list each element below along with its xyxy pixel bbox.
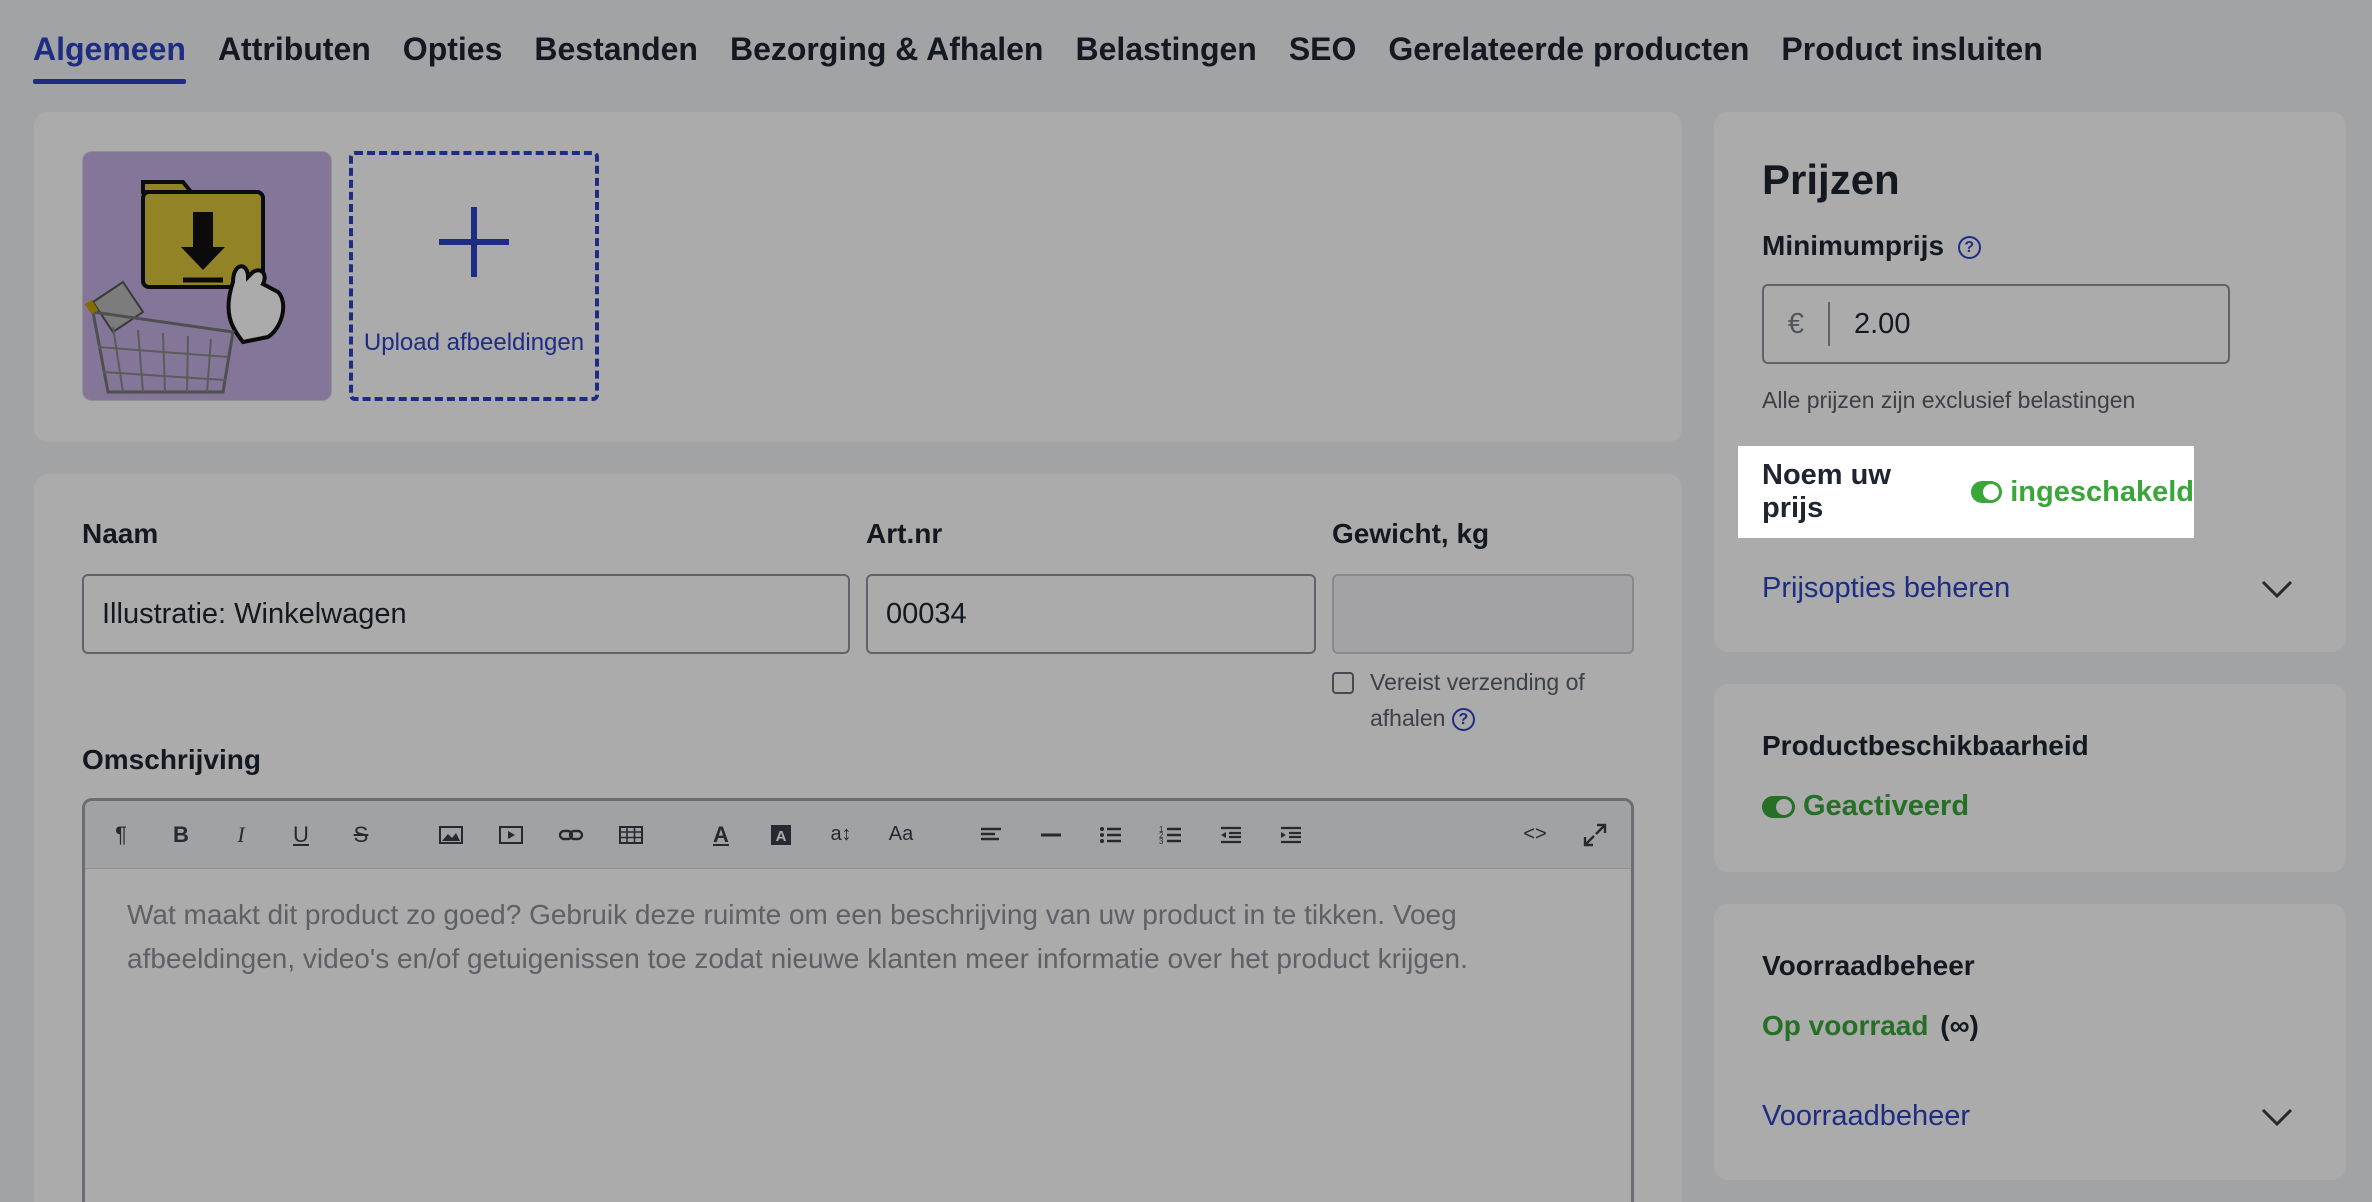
italic-icon[interactable]: I [217,811,265,859]
availability-card: Productbeschikbaarheid Geactiveerd [1714,684,2346,872]
help-icon[interactable]: ? [1957,236,1981,260]
inventory-status-text: Op voorraad [1762,1010,1929,1041]
shipping-required-label-line2: afhalen [1370,705,1446,731]
code-view-icon[interactable]: <> [1511,811,1559,859]
pricing-title: Prijzen [1762,156,1900,203]
sku-label: Art.nr [866,518,943,549]
name-your-price-label: Noem uw prijs [1762,459,1891,524]
tab-related-products[interactable]: Gerelateerde producten [1388,0,1749,84]
insert-video-icon[interactable] [487,811,535,859]
tab-attributes[interactable]: Attributen [218,0,371,84]
min-price-label: Minimumprijs ? [1762,230,1981,262]
upload-images-button[interactable]: Upload afbeeldingen [349,151,599,401]
inventory-status: Op voorraad (∞) [1762,1010,1979,1042]
name-your-price-highlight[interactable]: Noem uw prijs ingeschakeld [1738,446,2194,538]
table-icon[interactable] [607,811,655,859]
weight-input[interactable] [1332,574,1634,654]
text-color-icon[interactable]: A [697,811,745,859]
shipping-required-label: Vereist verzending of afhalen ? [1370,664,1634,736]
indent-icon[interactable] [1267,811,1315,859]
upload-images-label: Upload afbeeldingen [363,329,585,356]
chevron-down-icon[interactable] [2260,572,2294,606]
tab-bar: Algemeen Attributen Opties Bestanden Bez… [33,0,2043,84]
sku-input[interactable]: 00034 [866,574,1316,654]
product-image-thumbnail[interactable] [82,151,332,401]
shipping-required-label-line1: Vereist verzending of [1370,669,1585,695]
font-size-icon[interactable]: Aa [877,811,925,859]
min-price-label-text: Minimumprijs [1762,230,1945,261]
inventory-quantity: (∞) [1940,1010,1979,1041]
pricing-card: Prijzen Minimumprijs ? € 2.00 Alle prijz… [1714,112,2346,652]
strikethrough-icon[interactable]: S [337,811,385,859]
tab-general[interactable]: Algemeen [33,0,186,84]
svg-text:A: A [776,828,787,845]
toggle-on-icon [1762,796,1795,819]
name-label: Naam [82,518,159,549]
help-icon[interactable]: ? [1451,708,1475,732]
underline-icon[interactable]: U [277,811,325,859]
insert-image-icon[interactable] [427,811,475,859]
link-icon[interactable] [547,811,595,859]
inventory-title: Voorraadbeheer [1762,950,1975,981]
paragraph-icon[interactable]: ¶ [97,811,145,859]
name-your-price-status[interactable]: ingeschakeld [2010,476,2194,509]
background-color-icon[interactable]: A [757,811,805,859]
tab-options[interactable]: Opties [403,0,503,84]
images-card: Upload afbeeldingen [34,112,1682,442]
chevron-down-icon[interactable] [2260,1100,2294,1134]
svg-text:3: 3 [1159,837,1164,846]
min-price-input[interactable]: € 2.00 [1762,284,2230,364]
min-price-value: 2.00 [1854,307,1911,340]
inventory-card: Voorraadbeheer Op voorraad (∞) Voorraadb… [1714,904,2346,1180]
tab-files[interactable]: Bestanden [534,0,698,84]
horizontal-rule-icon[interactable] [1027,811,1075,859]
outdent-icon[interactable] [1207,811,1255,859]
description-label: Omschrijving [82,744,261,775]
plus-icon [439,207,509,277]
fullscreen-icon[interactable] [1571,811,1619,859]
shopping-cart-illustration [83,152,331,400]
weight-label: Gewicht, kg [1332,518,1490,549]
tab-taxes[interactable]: Belastingen [1075,0,1256,84]
numbered-list-icon[interactable]: 123 [1147,811,1195,859]
availability-status[interactable]: Geactiveerd [1762,790,1969,823]
manage-price-options-link[interactable]: Prijsopties beheren [1762,572,2010,605]
tab-seo[interactable]: SEO [1289,0,1357,84]
align-icon[interactable] [967,811,1015,859]
bullet-list-icon[interactable] [1087,811,1135,859]
tab-shipping[interactable]: Bezorging & Afhalen [730,0,1043,84]
tax-note: Alle prijzen zijn exclusief belastingen [1762,387,2136,413]
tab-embed-product[interactable]: Product insluiten [1781,0,2042,84]
line-height-icon[interactable]: a↕ [817,811,865,859]
name-input[interactable]: Illustratie: Winkelwagen [82,574,850,654]
toggle-on-icon [1971,481,2003,503]
availability-title: Productbeschikbaarheid [1762,730,2089,761]
description-placeholder[interactable]: Wat maakt dit product zo goed? Gebruik d… [85,869,1631,1005]
editor-toolbar: ¶ B I U S A A a↕ Aa 1 2 3 <> [85,801,1631,869]
inventory-manage-link[interactable]: Voorraadbeheer [1762,1100,1970,1133]
bold-icon[interactable]: B [157,811,205,859]
details-card: Naam Illustratie: Winkelwagen Art.nr 000… [34,474,1682,1202]
currency-symbol: € [1764,302,1830,346]
availability-status-text: Geactiveerd [1803,790,1970,822]
description-editor: ¶ B I U S A A a↕ Aa 1 2 3 <> Wat maakt d… [82,798,1634,1202]
shipping-required-checkbox[interactable] [1332,672,1354,694]
